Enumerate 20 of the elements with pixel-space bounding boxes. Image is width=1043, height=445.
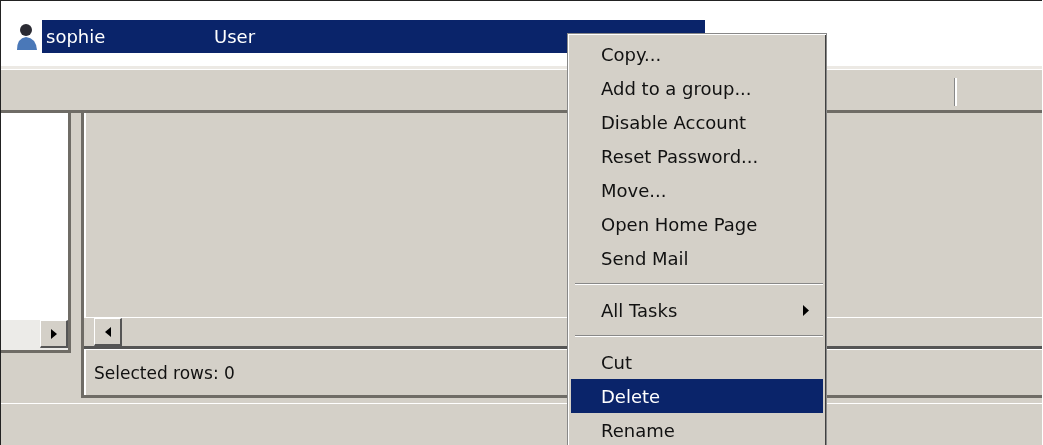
menu-item[interactable]: All Tasks (571, 293, 823, 327)
menu-item[interactable]: Delete (571, 379, 823, 413)
menu-item[interactable]: Open Home Page (571, 207, 823, 241)
menu-item[interactable]: Add to a group... (571, 71, 823, 105)
menu-item[interactable]: Move... (571, 173, 823, 207)
object-type: User (214, 26, 256, 47)
submenu-arrow-icon (803, 304, 809, 316)
menu-item[interactable]: Disable Account (571, 105, 823, 139)
menu-item[interactable]: Cut (571, 345, 823, 379)
menu-item[interactable]: Rename (571, 413, 823, 445)
right-arrow-icon (50, 328, 57, 339)
user-icon (16, 21, 38, 52)
status-text: Selected rows: 0 (94, 362, 235, 383)
scroll-right-button[interactable] (40, 320, 68, 348)
left-arrow-icon (104, 326, 111, 337)
scrollbar[interactable] (1, 320, 68, 353)
user-name: sophie (46, 26, 107, 47)
menu-item[interactable]: Send Mail (571, 241, 823, 275)
scroll-left-button[interactable] (94, 318, 122, 346)
menu-item[interactable]: Reset Password... (571, 139, 823, 173)
